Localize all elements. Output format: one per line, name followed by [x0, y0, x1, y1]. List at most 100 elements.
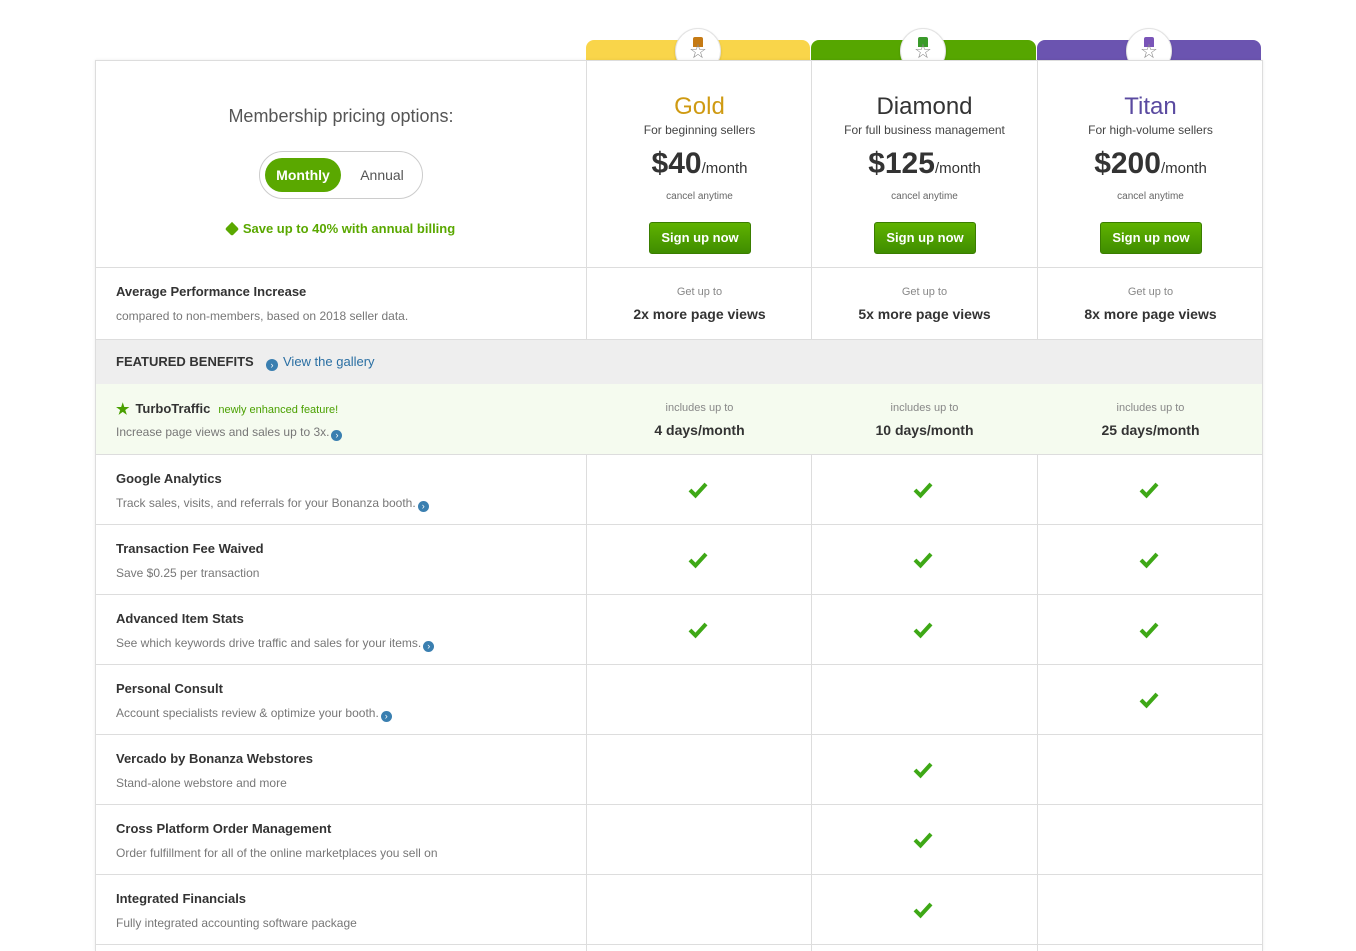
row-label: Transaction Fee Waived — [116, 541, 264, 556]
check-icon — [1139, 482, 1159, 499]
row-desc: Track sales, visits, and referrals for y… — [116, 496, 429, 512]
check-icon — [688, 552, 708, 569]
plan-tagline: For beginning sellers — [643, 123, 756, 137]
info-arrow-icon[interactable]: › — [380, 711, 392, 722]
price-period: /month — [934, 160, 981, 177]
row-desc-text: Track sales, visits, and referrals for y… — [116, 496, 416, 510]
turbo-label: TurboTraffic — [135, 401, 211, 416]
price-amount: $125 — [868, 147, 935, 180]
benefit-cell — [1038, 595, 1263, 665]
benefit-cell — [587, 665, 812, 735]
check-icon — [1139, 552, 1159, 569]
turbo-desc: Increase page views and sales up to 3x. — [116, 425, 330, 439]
benefit-row: Advanced Item Stats See which keywords dr… — [96, 595, 1262, 665]
plan-price: $125/month — [812, 147, 1037, 181]
benefit-cell — [812, 875, 1037, 945]
row-label: Personal Consult — [116, 681, 223, 696]
plan-price: $40/month — [587, 147, 812, 181]
cancel-note: cancel anytime — [891, 191, 958, 202]
cell-value: 25 days/month — [1101, 422, 1200, 438]
benefit-cell — [812, 665, 1037, 735]
turbotraffic-row: ★ TurboTraffic newly enhanced feature! Inc… — [96, 384, 1262, 454]
row-desc-text: Order fulfillment for all of the online … — [116, 846, 438, 860]
benefit-cell — [812, 735, 1037, 805]
plan-name: Gold — [674, 93, 725, 120]
new-feature-badge: newly enhanced feature! — [218, 404, 339, 416]
check-icon — [913, 552, 933, 569]
row-label: Cross Platform Order Management — [116, 821, 332, 836]
row-desc: See which keywords drive traffic and sal… — [116, 636, 435, 652]
plan-price: $200/month — [1038, 147, 1263, 181]
row-label: Integrated Financials — [116, 891, 247, 906]
tag-icon — [224, 221, 239, 237]
row-desc: Save $0.25 per transaction — [116, 566, 259, 580]
price-amount: $200 — [1094, 147, 1161, 180]
performance-diamond: Get up to 5x more page views — [812, 268, 1037, 338]
star-icon: ★ — [116, 401, 130, 418]
info-arrow-icon[interactable]: › — [417, 501, 429, 512]
benefit-cell — [587, 805, 812, 875]
check-icon — [913, 762, 933, 779]
row-desc: Increase page views and sales up to 3x. › — [116, 425, 343, 441]
cell-prefix: Get up to — [676, 286, 723, 298]
check-icon — [1139, 692, 1159, 709]
annual-option[interactable]: Annual — [350, 158, 414, 192]
benefit-cell — [812, 595, 1037, 665]
cell-value: 4 days/month — [654, 422, 745, 438]
benefit-cell — [812, 455, 1037, 525]
price-period: /month — [701, 160, 748, 177]
signup-gold-button[interactable]: Sign up now — [649, 222, 751, 254]
cell-value: 10 days/month — [875, 422, 974, 438]
cell-prefix: includes up to — [665, 402, 734, 414]
benefit-cell — [1038, 455, 1263, 525]
cell-value: 2x more page views — [633, 306, 766, 322]
check-icon — [913, 622, 933, 639]
cell-value: 8x more page views — [1084, 306, 1217, 322]
monthly-option[interactable]: Monthly — [265, 158, 341, 192]
plan-diamond: Diamond For full business management $12… — [812, 61, 1037, 267]
check-icon — [688, 482, 708, 499]
turbo-titan: includes up to 25 days/month — [1038, 384, 1263, 454]
view-gallery-link[interactable]: › View the gallery — [266, 354, 375, 371]
plan-gold: Gold For beginning sellers $40/month can… — [587, 61, 812, 267]
chevron-right-circle-icon: › — [266, 359, 278, 371]
annual-savings-note: Save up to 40% with annual billing — [96, 221, 586, 237]
cancel-note: cancel anytime — [1117, 191, 1184, 202]
performance-row: Average Performance Increase compared to… — [96, 268, 1262, 338]
benefit-cell — [1038, 525, 1263, 595]
row-desc-text: Stand-alone webstore and more — [116, 776, 287, 790]
featured-benefits-bar: FEATURED BENEFITS › View the gallery — [96, 339, 1262, 385]
turbo-diamond: includes up to 10 days/month — [812, 384, 1037, 454]
featured-title: FEATURED BENEFITS — [116, 354, 254, 369]
benefit-row: Vercado by Bonanza Webstores Stand-alone … — [96, 735, 1262, 805]
savings-text: Save up to 40% with annual billing — [242, 221, 456, 236]
benefit-row: Personal Consult Account specialists revi… — [96, 665, 1262, 735]
row-desc: Account specialists review & optimize yo… — [116, 706, 392, 722]
cell-prefix: Get up to — [901, 286, 948, 298]
price-amount: $40 — [651, 147, 702, 180]
row-label: Average Performance Increase — [116, 284, 307, 299]
gallery-link-text[interactable]: View the gallery — [283, 354, 375, 369]
billing-toggle[interactable]: Monthly Annual — [259, 151, 423, 199]
benefit-cell — [587, 455, 812, 525]
signup-diamond-button[interactable]: Sign up now — [874, 222, 976, 254]
benefit-row: Integrated Financials Fully integrated ac… — [96, 875, 1262, 945]
price-period: /month — [1160, 160, 1207, 177]
row-desc: Order fulfillment for all of the online … — [116, 846, 438, 860]
pricing-table: Membership pricing options: Monthly Annu… — [95, 60, 1263, 951]
row-desc: Fully integrated accounting software pac… — [116, 916, 357, 930]
row-desc-text: Save $0.25 per transaction — [116, 566, 260, 580]
benefit-cell — [587, 595, 812, 665]
row-desc: compared to non-members, based on 2018 s… — [116, 309, 409, 323]
signup-titan-button[interactable]: Sign up now — [1100, 222, 1202, 254]
benefit-cell — [587, 525, 812, 595]
info-arrow-icon[interactable]: › — [423, 641, 435, 652]
plan-name: Diamond — [876, 93, 973, 120]
benefit-row: Google Analytics Track sales, visits, and… — [96, 455, 1262, 525]
plan-titan: Titan For high-volume sellers $200/month… — [1038, 61, 1263, 267]
cancel-note: cancel anytime — [666, 191, 733, 202]
plan-tagline: For full business management — [844, 123, 1005, 137]
plan-tagline: For high-volume sellers — [1088, 123, 1213, 137]
check-icon — [688, 622, 708, 639]
info-arrow-icon[interactable]: › — [331, 430, 343, 441]
